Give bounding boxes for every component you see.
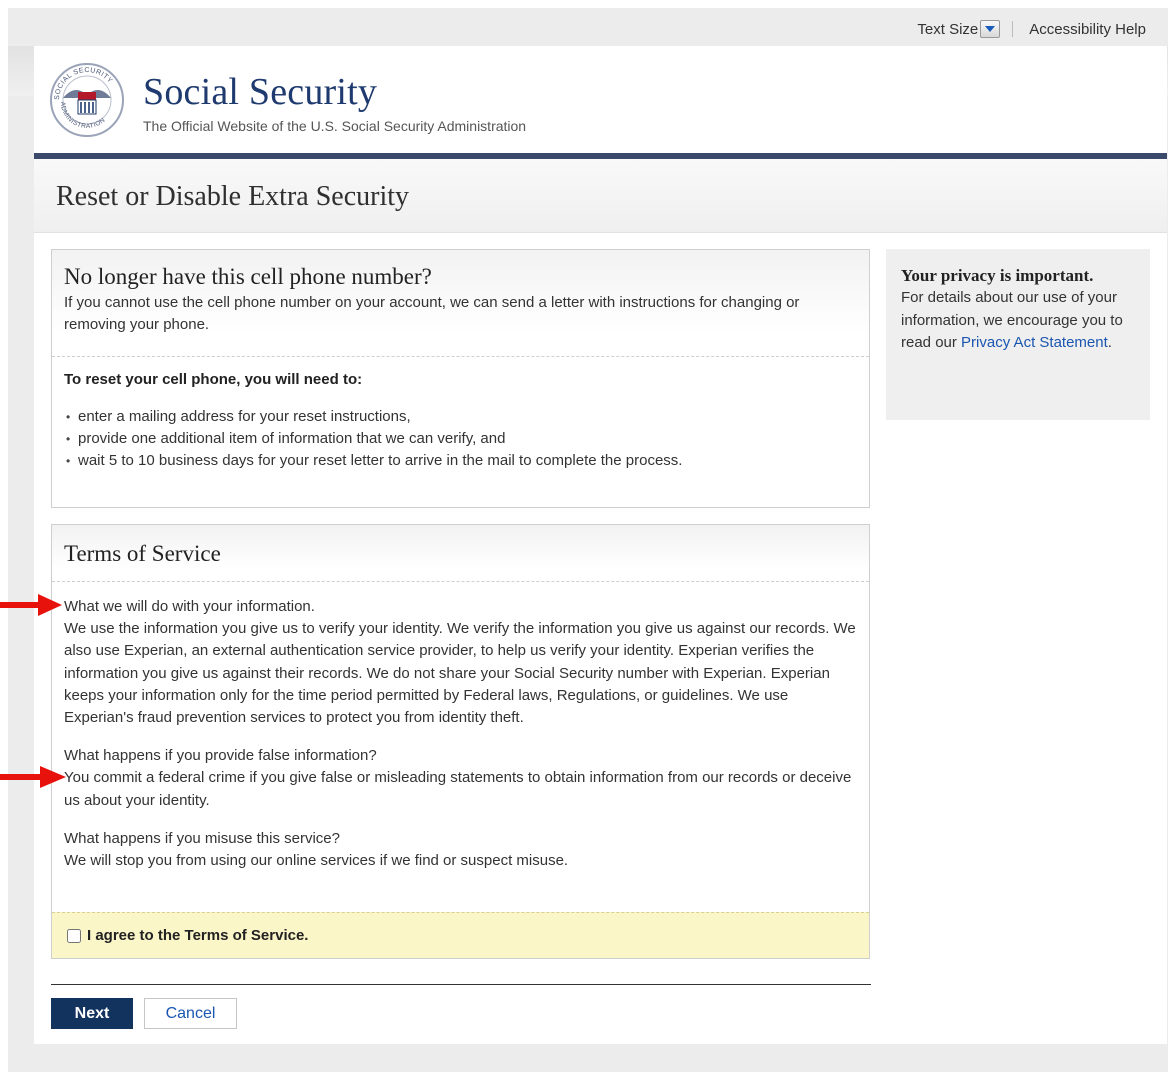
masthead: SOCIAL SECURITY ADMINISTRATION Social Se…	[34, 46, 1167, 154]
terms-section-body: We use the information you give us to ve…	[64, 620, 856, 727]
privacy-box: Your privacy is important. For details a…	[886, 249, 1150, 420]
divider	[1012, 21, 1014, 37]
list-item: provide one additional item of informati…	[64, 428, 857, 450]
reset-requirements-list: enter a mailing address for your reset i…	[52, 406, 869, 472]
terms-section-title: What happens if you provide false inform…	[64, 747, 377, 765]
terms-panel-header: Terms of Service	[52, 525, 869, 581]
agree-checkbox[interactable]	[67, 928, 81, 943]
phone-panel-intro: If you cannot use the cell phone number …	[64, 294, 800, 333]
phone-panel-heading: No longer have this cell phone number?	[64, 264, 432, 289]
agree-bar: I agree to the Terms of Service.	[52, 912, 869, 958]
phone-panel-header: No longer have this cell phone number? I…	[52, 250, 869, 356]
privacy-heading: Your privacy is important.	[901, 266, 1094, 285]
phone-reset-panel: No longer have this cell phone number? I…	[51, 249, 870, 508]
privacy-text-end: .	[1107, 334, 1112, 351]
terms-panel-heading: Terms of Service	[64, 541, 221, 566]
terms-section: What happens if you provide false inform…	[64, 745, 857, 812]
site-name[interactable]: Social Security	[143, 70, 377, 114]
terms-section-body: We will stop you from using our online s…	[64, 852, 569, 870]
text-size-control[interactable]: Text Size	[917, 20, 1001, 38]
text-size-label: Text Size	[917, 20, 979, 38]
reset-requirements-heading: To reset your cell phone, you will need …	[64, 371, 363, 388]
arrow-right-icon	[0, 594, 62, 616]
list-item: wait 5 to 10 business days for your rese…	[64, 450, 857, 472]
divider	[51, 984, 871, 985]
arrow-right-icon	[0, 766, 66, 788]
page-container: SOCIAL SECURITY ADMINISTRATION Social Se…	[34, 46, 1167, 1044]
terms-section-title: What we will do with your information.	[64, 598, 315, 615]
terms-section-body: You commit a federal crime if you give f…	[64, 769, 852, 809]
ssa-seal-logo[interactable]: SOCIAL SECURITY ADMINISTRATION	[49, 62, 125, 138]
terms-of-service-panel: Terms of Service What we will do with yo…	[51, 524, 870, 959]
terms-section: What happens if you misuse this service?…	[64, 828, 857, 872]
privacy-act-link[interactable]: Privacy Act Statement	[961, 334, 1108, 351]
cancel-button[interactable]: Cancel	[144, 998, 237, 1029]
terms-body: What we will do with your information. W…	[52, 582, 869, 872]
accessibility-help-link[interactable]: Accessibility Help	[1029, 21, 1146, 38]
page-title: Reset or Disable Extra Security	[56, 181, 410, 212]
privacy-text: For details about our use of your inform…	[901, 287, 1138, 355]
terms-section-title: What happens if you misuse this service?	[64, 829, 340, 847]
chevron-down-icon[interactable]	[980, 20, 1001, 38]
site-tagline: The Official Website of the U.S. Social …	[143, 118, 527, 134]
title-band: Reset or Disable Extra Security	[34, 159, 1167, 233]
terms-section: What we will do with your information. W…	[64, 596, 857, 729]
list-item: enter a mailing address for your reset i…	[64, 406, 857, 428]
next-button[interactable]: Next	[51, 998, 133, 1029]
agree-label[interactable]: I agree to the Terms of Service.	[87, 927, 308, 944]
utility-bar: Text Size Accessibility Help	[917, 20, 1146, 38]
